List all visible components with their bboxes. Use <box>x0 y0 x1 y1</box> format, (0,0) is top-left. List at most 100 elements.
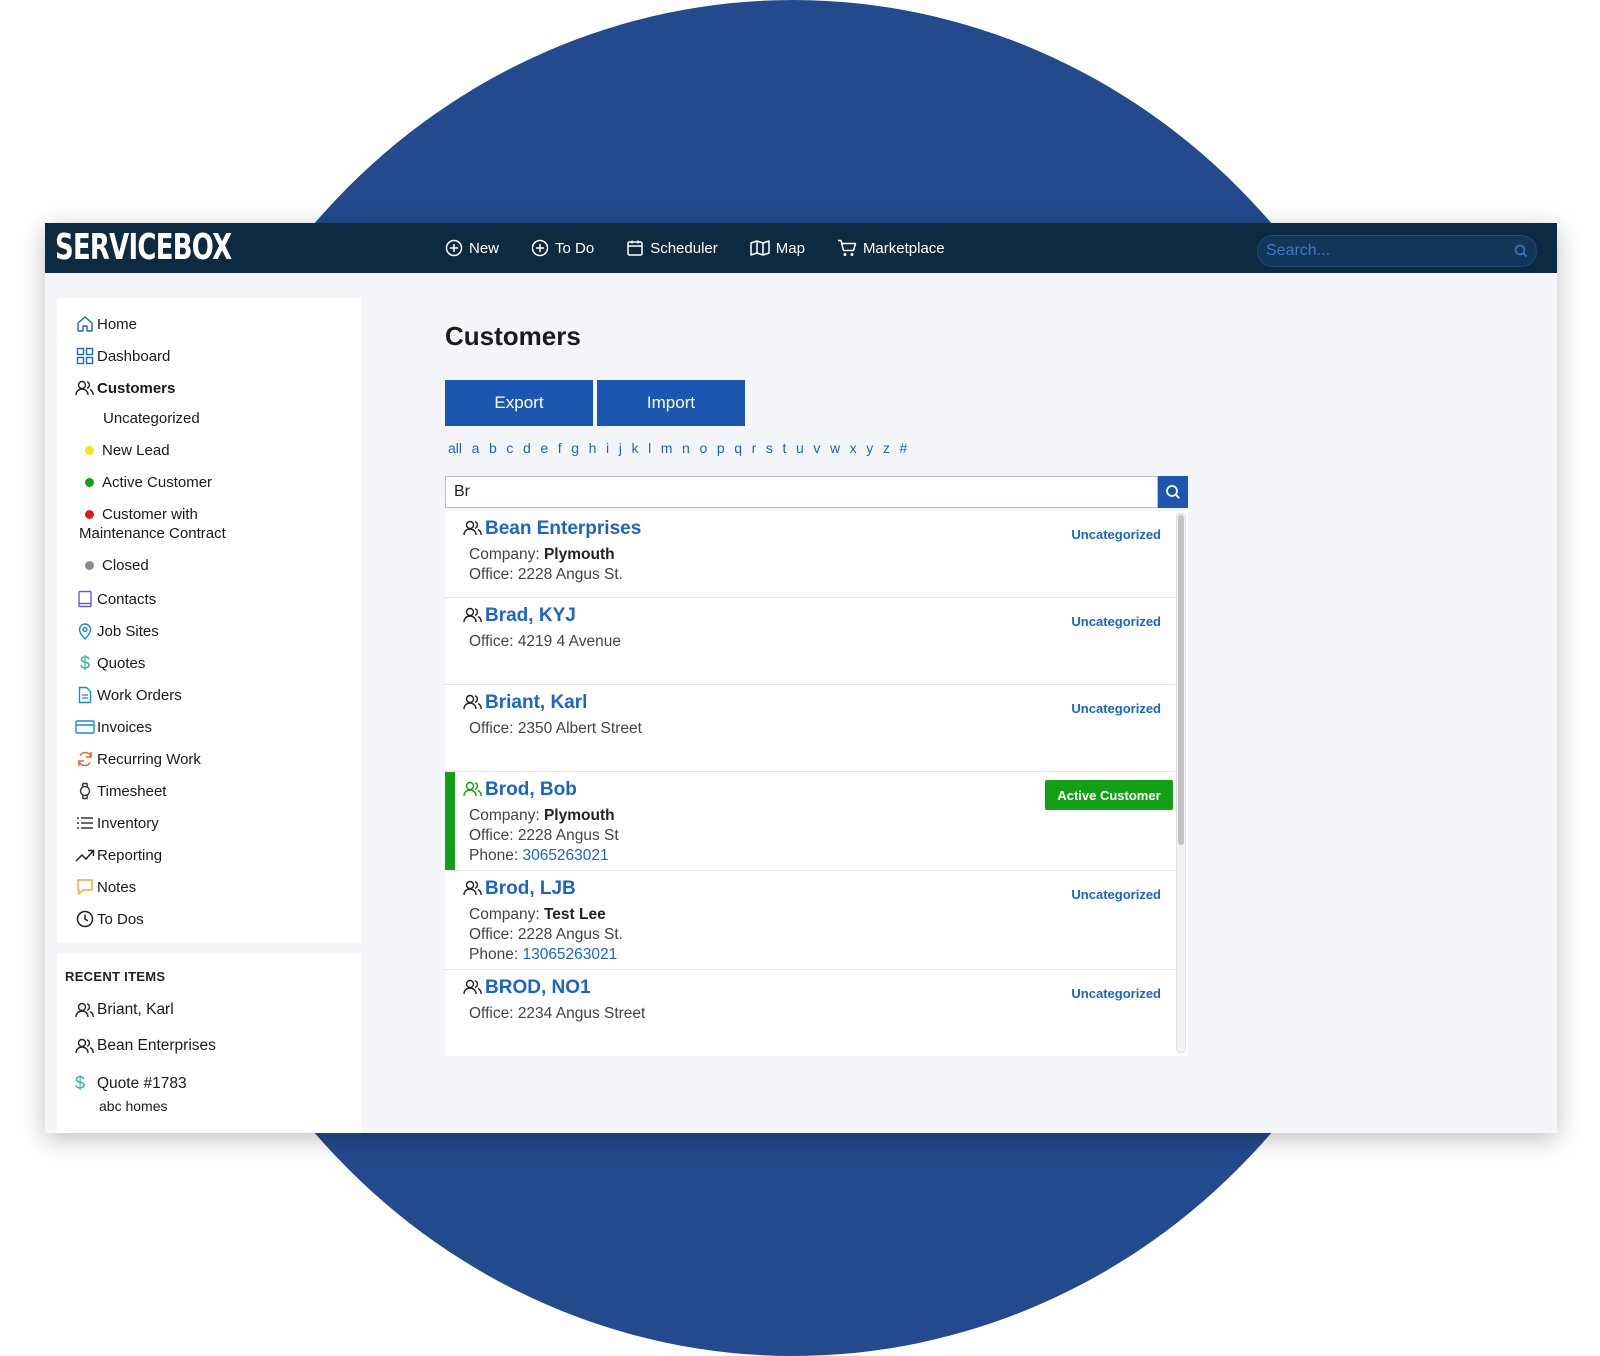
category-new-lead[interactable]: New Lead <box>85 442 170 459</box>
alphabet-letter[interactable]: m <box>661 440 673 456</box>
alphabet-letter[interactable]: g <box>571 440 579 456</box>
sidebar-item-quotes[interactable]: $ Quotes <box>75 653 145 673</box>
customer-row[interactable]: Brad, KYJ Uncategorized Office: 4219 4 A… <box>445 598 1175 685</box>
alphabet-letter[interactable]: a <box>472 440 480 456</box>
user-icon <box>463 781 482 797</box>
customer-name-link[interactable]: Brod, Bob <box>485 779 577 801</box>
recent-item[interactable]: Bean Enterprises <box>75 1037 216 1055</box>
alphabet-letter[interactable]: k <box>631 440 638 456</box>
search-icon[interactable] <box>1514 244 1528 258</box>
customer-name-link[interactable]: BROD, NO1 <box>485 977 591 999</box>
sidebar-item-notes[interactable]: Notes <box>75 877 136 897</box>
document-icon <box>75 685 95 705</box>
plus-circle-icon <box>531 239 549 257</box>
customer-office: Office: 2228 Angus St <box>469 827 619 844</box>
user-icon <box>463 880 482 896</box>
sidebar-item-timesheet[interactable]: Timesheet <box>75 781 166 801</box>
customer-search-button[interactable] <box>1158 476 1188 508</box>
list-scrollbar-thumb[interactable] <box>1178 515 1184 845</box>
sidebar-item-to-dos[interactable]: To Dos <box>75 909 144 929</box>
customer-office: Office: 2228 Angus St. <box>469 566 623 583</box>
alphabet-letter[interactable]: d <box>523 440 531 456</box>
category-closed[interactable]: Closed <box>85 557 149 574</box>
book-icon <box>75 589 95 609</box>
customer-company: Company: Test Lee <box>469 906 606 924</box>
category-tag[interactable]: Uncategorized <box>1071 887 1161 902</box>
alphabet-letter[interactable]: o <box>699 440 707 456</box>
nav-scheduler[interactable]: Scheduler <box>626 239 718 257</box>
customer-name-link[interactable]: Brad, KYJ <box>485 605 576 627</box>
nav-todo[interactable]: To Do <box>531 239 594 257</box>
category-tag[interactable]: Uncategorized <box>1071 527 1161 542</box>
category-uncategorized[interactable]: Uncategorized <box>103 410 200 427</box>
sidebar-item-inventory[interactable]: Inventory <box>75 813 159 833</box>
alphabet-letter[interactable]: x <box>850 440 857 456</box>
alphabet-letter[interactable]: # <box>899 440 907 456</box>
customer-search-input[interactable] <box>446 477 1152 507</box>
alphabet-letter[interactable]: h <box>589 440 597 456</box>
user-icon <box>463 607 482 623</box>
alphabet-letter[interactable]: j <box>619 440 622 456</box>
customer-name-link[interactable]: Bean Enterprises <box>485 518 641 540</box>
sidebar-item-work-orders[interactable]: Work Orders <box>75 685 182 705</box>
category-active-customer[interactable]: Active Customer <box>85 474 212 491</box>
category-tag[interactable]: Uncategorized <box>1071 701 1161 716</box>
alphabet-letter[interactable]: y <box>866 440 873 456</box>
calendar-icon <box>627 240 643 256</box>
sidebar-item-dashboard[interactable]: Dashboard <box>75 346 170 366</box>
nav-marketplace[interactable]: Marketplace <box>837 239 945 257</box>
nav-map[interactable]: Map <box>750 239 805 257</box>
customer-row[interactable]: Briant, Karl Uncategorized Office: 2350 … <box>445 685 1175 772</box>
phone-link[interactable]: 13065263021 <box>522 946 617 963</box>
sidebar-item-invoices[interactable]: Invoices <box>75 717 152 737</box>
customer-name-link[interactable]: Brod, LJB <box>485 878 576 900</box>
customer-name-link[interactable]: Briant, Karl <box>485 692 587 714</box>
export-button[interactable]: Export <box>445 380 593 426</box>
nav-marketplace-label: Marketplace <box>862 239 945 257</box>
note-icon <box>75 877 95 897</box>
alphabet-letter[interactable]: t <box>782 440 786 456</box>
customer-row[interactable]: Bean Enterprises Uncategorized Company: … <box>445 511 1175 598</box>
category-tag[interactable]: Uncategorized <box>1071 986 1161 1001</box>
recent-item[interactable]: $ Quote #1783 <box>75 1073 187 1094</box>
alphabet-letter[interactable]: s <box>766 440 773 456</box>
alphabet-letter[interactable]: b <box>489 440 497 456</box>
customer-row[interactable]: BROD, NO1 Uncategorized Office: 2234 Ang… <box>445 970 1175 1054</box>
alphabet-letter[interactable]: u <box>796 440 804 456</box>
category-tag[interactable]: Uncategorized <box>1071 614 1161 629</box>
category-maintenance-contract[interactable]: Customer with Maintenance Contract <box>79 506 325 542</box>
sidebar-item-job-sites[interactable]: Job Sites <box>75 621 159 641</box>
alphabet-letter[interactable]: f <box>558 440 562 456</box>
active-customer-badge[interactable]: Active Customer <box>1045 780 1173 810</box>
sidebar-item-contacts[interactable]: Contacts <box>75 589 156 609</box>
sidebar-item-customers[interactable]: Customers <box>75 378 175 398</box>
alphabet-letter[interactable]: r <box>752 440 757 456</box>
recent-item[interactable]: Briant, Karl <box>75 1001 174 1019</box>
alphabet-letter[interactable]: p <box>717 440 725 456</box>
dashboard-icon <box>75 346 95 366</box>
alphabet-letter[interactable]: e <box>540 440 548 456</box>
customer-row-active[interactable]: Brod, Bob Active Customer Company: Plymo… <box>445 772 1175 871</box>
alphabet-letter[interactable]: c <box>506 440 513 456</box>
sidebar-item-reporting[interactable]: Reporting <box>75 845 162 865</box>
alphabet-letter[interactable]: w <box>830 440 840 456</box>
alphabet-letter[interactable]: q <box>734 440 742 456</box>
alphabet-letter[interactable]: n <box>682 440 690 456</box>
alphabet-letter[interactable]: i <box>606 440 609 456</box>
nav-new[interactable]: New <box>445 239 499 257</box>
alphabet-letter[interactable]: all <box>448 440 462 456</box>
alphabet-letter[interactable]: v <box>813 440 820 456</box>
sidebar-item-recurring-work[interactable]: Recurring Work <box>75 749 201 769</box>
category-label: Active Customer <box>102 474 213 491</box>
global-search-input[interactable] <box>1258 241 1508 261</box>
alphabet-letter[interactable]: l <box>648 440 651 456</box>
category-label-line2: Maintenance Contract <box>79 525 226 542</box>
import-button[interactable]: Import <box>597 380 745 426</box>
home-icon <box>75 314 95 334</box>
alphabet-letter[interactable]: z <box>883 440 890 456</box>
sidebar-item-home[interactable]: Home <box>75 314 137 334</box>
phone-link[interactable]: 3065263021 <box>522 847 608 864</box>
customer-row[interactable]: Brod, LJB Uncategorized Company: Test Le… <box>445 871 1175 970</box>
category-label: Customer with <box>102 506 198 523</box>
servicebox-logo[interactable]: SERVICEBOX <box>55 227 232 269</box>
